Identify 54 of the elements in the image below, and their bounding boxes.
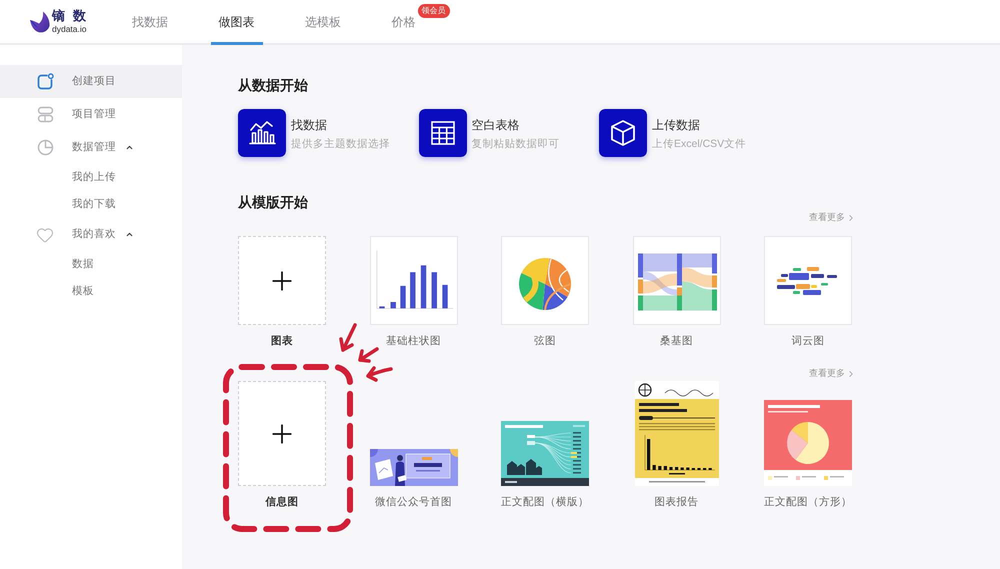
template-card[interactable]	[632, 236, 720, 325]
rounded-square-icon	[36, 73, 54, 90]
template-card[interactable]	[501, 236, 589, 325]
chevron-up-icon	[125, 143, 134, 152]
chord-diagram-drawing	[518, 256, 572, 310]
banner-drawing[interactable]	[370, 449, 458, 486]
report-poster-drawing[interactable]	[634, 381, 718, 486]
action-description: 复制粘贴数据即可	[472, 137, 560, 151]
pie-chart-poster-drawing[interactable]	[764, 400, 852, 486]
action-description: 上传Excel/CSV文件	[652, 137, 746, 151]
sidebar-item[interactable]: 创建项目	[0, 65, 182, 98]
sidebar-item[interactable]: 数据管理	[0, 131, 182, 164]
sidebar-subitem[interactable]: 我的下载	[0, 191, 182, 218]
infographic-drawing[interactable]	[501, 421, 589, 486]
section-title: 从数据开始	[238, 76, 309, 94]
view-more-link[interactable]: 查看更多	[809, 211, 856, 225]
action-title[interactable]: 上传数据	[652, 117, 746, 133]
cube-icon[interactable]	[599, 109, 647, 157]
sidebar-item[interactable]: 项目管理	[0, 98, 182, 131]
member-badge: 领会员	[418, 4, 450, 18]
template-name: 正文配图（方形）	[764, 495, 852, 509]
template-name: 弦图	[534, 334, 556, 348]
action-description: 提供多主题数据选择	[291, 137, 390, 151]
template-name: 图表报告	[654, 495, 698, 509]
template-name: 图表	[271, 334, 293, 348]
stacked-pills-icon	[36, 106, 54, 123]
sidebar-subitem[interactable]: 模板	[0, 278, 182, 305]
bar-chart-icon[interactable]	[238, 109, 286, 157]
table-icon[interactable]	[418, 109, 466, 157]
logo-domain: dydata.io	[52, 24, 88, 34]
nav-tab[interactable]: 选模板	[281, 0, 365, 43]
template-name: 信息图	[266, 495, 298, 509]
nav-tab[interactable]: 做图表	[194, 0, 278, 43]
chevron-up-icon	[125, 230, 134, 239]
action-title[interactable]: 找数据	[291, 117, 390, 133]
logo-text: 镝数	[52, 8, 94, 22]
template-name: 词云图	[792, 334, 824, 348]
sidebar-item[interactable]: 我的喜欢	[0, 218, 182, 251]
template-name: 桑基图	[660, 334, 693, 348]
template-name: 正文配图（横版）	[501, 495, 589, 509]
section-title: 从模版开始	[238, 193, 309, 211]
pie-chart-icon	[36, 139, 54, 156]
word-cloud-drawing	[776, 266, 840, 296]
template-name: 微信公众号首图	[375, 495, 452, 509]
sidebar-subitem[interactable]: 我的上传	[0, 164, 182, 191]
template-name: 基础柱状图	[386, 334, 441, 348]
heart-icon	[36, 226, 54, 244]
logo-icon	[29, 10, 50, 32]
sidebar-subitem[interactable]: 数据	[0, 251, 182, 278]
template-card[interactable]	[764, 236, 852, 325]
action-title[interactable]: 空白表格	[472, 117, 560, 133]
nav-tab[interactable]: 找数据	[108, 0, 192, 43]
annotation-arrow	[364, 364, 394, 382]
view-more-link[interactable]: 查看更多	[809, 367, 856, 381]
